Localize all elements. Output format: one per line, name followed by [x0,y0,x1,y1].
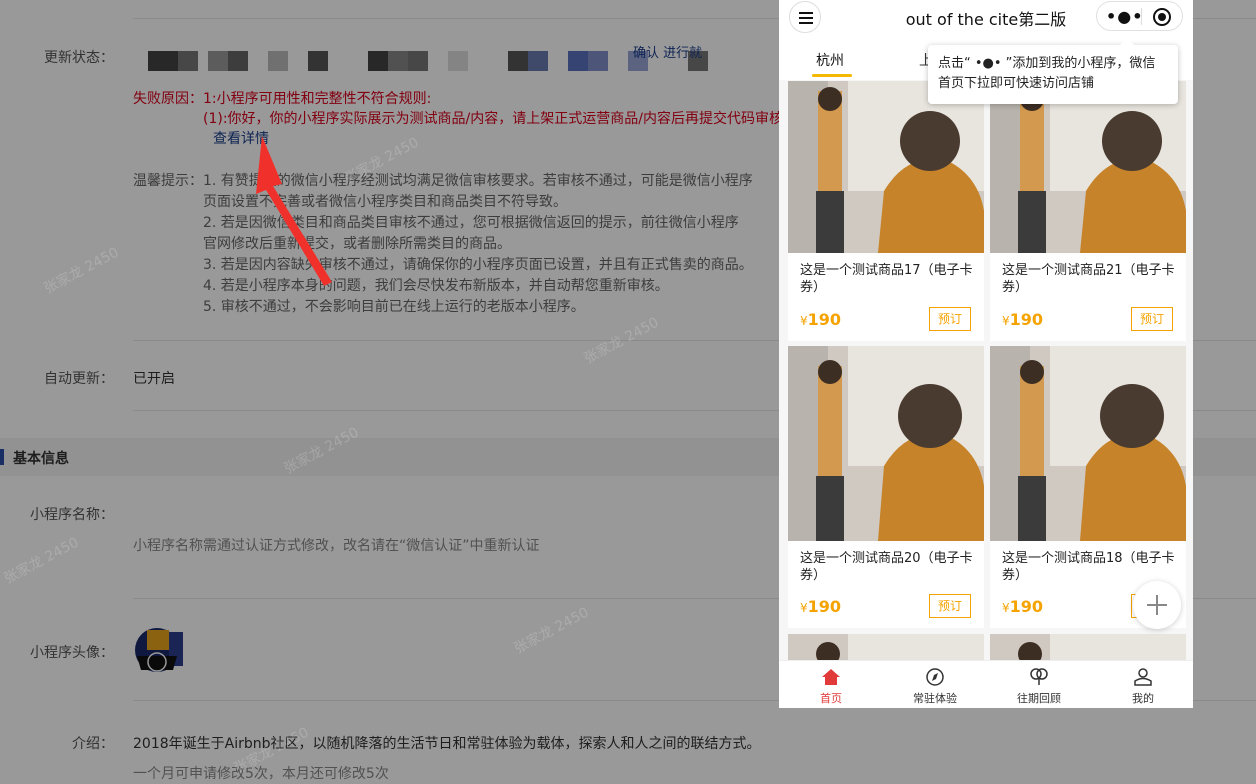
miniprogram-preview: out of the cite第二版 •●• 杭州 上 这是一个测试商品17（电… [779,0,1193,708]
product-card[interactable]: 这是一个测试商品17（电子卡券） ¥190 预订 [788,81,984,341]
book-button[interactable]: 预订 [929,594,971,618]
product-image[interactable] [990,346,1186,541]
nav-label: 常驻体验 [913,692,957,705]
product-price: ¥190 [1002,597,1044,616]
product-price: ¥190 [800,597,842,616]
menu-icon[interactable] [789,1,821,33]
book-button[interactable]: 预订 [929,307,971,331]
tab-hangzhou[interactable]: 杭州 [816,50,844,70]
capsule-menu[interactable]: •●• [1096,1,1183,31]
nav-resident-experience[interactable]: 常驻体验 [883,661,987,708]
compass-icon [926,668,944,686]
product-card[interactable]: 这是一个测试商品21（电子卡券） ¥190 预订 [990,81,1186,341]
add-to-my-miniprogram-tooltip[interactable]: 点击“ •●• ”添加到我的小程序，微信首页下拉即可快速访问店铺 [928,38,1178,104]
add-fab-button[interactable] [1133,581,1181,629]
product-name: 这是一个测试商品17（电子卡券） [800,263,973,295]
nav-label: 我的 [1132,692,1154,705]
close-target-icon[interactable] [1153,8,1171,26]
product-name: 这是一个测试商品20（电子卡券） [800,551,973,583]
product-price: ¥190 [1002,310,1044,329]
product-image[interactable] [788,81,984,253]
nav-past-review[interactable]: 往期回顾 [987,661,1091,708]
more-icon[interactable]: •●• [1106,7,1143,26]
product-image[interactable] [990,81,1186,253]
product-card[interactable]: 这是一个测试商品20（电子卡券） ¥190 预订 [788,346,984,628]
nav-label: 首页 [820,692,842,705]
product-name: 这是一个测试商品18（电子卡券） [1002,551,1175,583]
book-button[interactable]: 预订 [1131,307,1173,331]
phone-title: out of the cite第二版 [905,10,1067,29]
product-price: ¥190 [800,310,842,329]
tab-indicator [812,74,852,77]
bottom-nav: 首页 常驻体验 往期回顾 我的 [779,660,1193,708]
product-name: 这是一个测试商品21（电子卡券） [1002,263,1175,295]
user-icon [1134,668,1152,686]
tooltip-text: 点击“ •●• ”添加到我的小程序，微信首页下拉即可快速访问店铺 [938,56,1156,91]
product-image[interactable] [788,346,984,541]
home-icon [822,669,840,685]
balloon-icon [1030,668,1048,685]
nav-label: 往期回顾 [1017,692,1061,705]
red-arrow-icon [256,136,332,286]
nav-mine[interactable]: 我的 [1091,661,1193,708]
nav-home[interactable]: 首页 [779,661,883,708]
